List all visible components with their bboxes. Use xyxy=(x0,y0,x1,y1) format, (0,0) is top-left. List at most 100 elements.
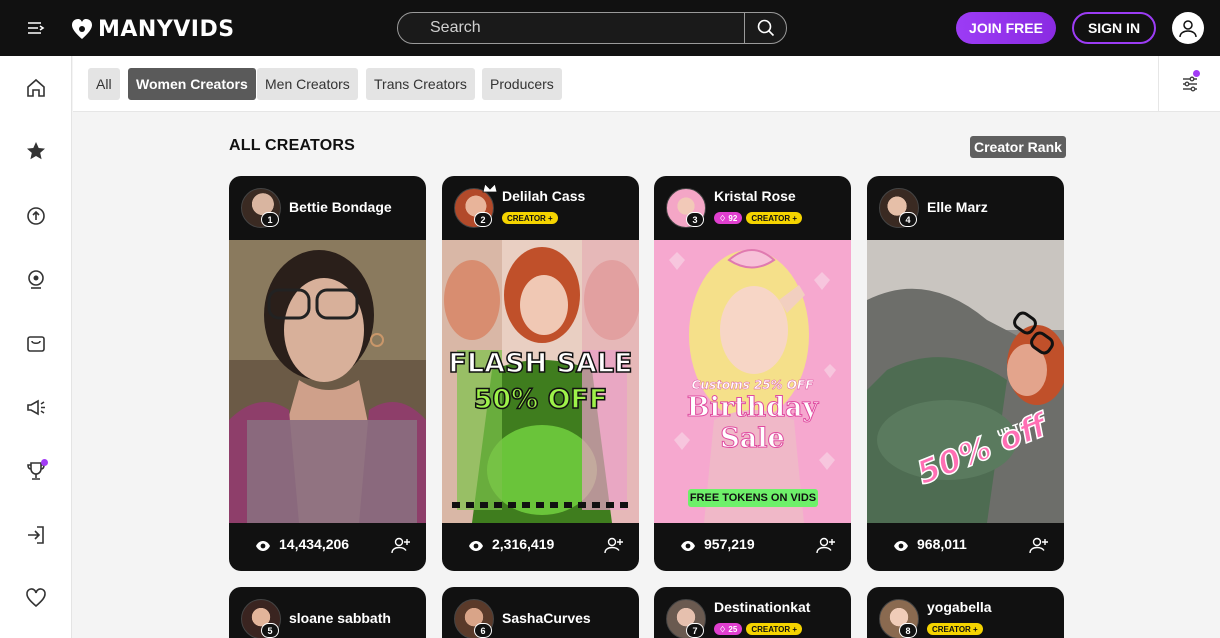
creator-plus-badge: CREATOR + xyxy=(502,212,558,224)
creator-plus-badge: CREATOR + xyxy=(746,623,803,635)
creator-card[interactable]: 5 sloane sabbath xyxy=(229,587,426,638)
user-avatar-button[interactable] xyxy=(1172,12,1204,44)
rank-badge: 5 xyxy=(261,623,279,638)
view-count: 957,219 xyxy=(704,536,755,552)
search-icon xyxy=(757,19,774,37)
diamond-icon: ♢ xyxy=(719,213,729,223)
card-footer: 968,011 xyxy=(867,523,1064,571)
chip-all[interactable]: All xyxy=(88,68,120,100)
star-icon[interactable] xyxy=(24,139,48,163)
webcam-icon[interactable] xyxy=(24,267,48,291)
creator-card[interactable]: 4 Elle Marz UP TO 50% off 968,011 xyxy=(867,176,1064,571)
manyvids-logo[interactable]: MANYVIDS xyxy=(72,15,235,43)
follow-user-icon[interactable] xyxy=(604,536,624,556)
rank-badge: 2 xyxy=(474,212,492,227)
menu-toggle-icon[interactable] xyxy=(26,18,46,38)
rank-badge: 4 xyxy=(899,212,917,227)
crown-icon xyxy=(482,183,498,193)
promo-banner: FREE TOKENS ON VIDS xyxy=(688,489,818,507)
follow-user-icon[interactable] xyxy=(391,536,411,556)
creator-preview-image: FLASH SALE 50% OFF xyxy=(442,240,639,523)
promo-subline: Customs 25% OFF xyxy=(691,378,814,392)
sign-in-button[interactable]: SIGN IN xyxy=(1072,12,1156,44)
chip-producers[interactable]: Producers xyxy=(482,68,562,100)
chip-trans-creators[interactable]: Trans Creators xyxy=(366,68,475,100)
card-header: 7 Destinationkat ♢ 25 CREATOR + xyxy=(654,587,851,638)
follow-user-icon[interactable] xyxy=(1029,536,1049,556)
section-title: ALL CREATORS xyxy=(229,137,355,154)
creator-name: yogabella xyxy=(927,599,992,615)
rank-badge: 3 xyxy=(686,212,704,227)
promo-headline: FLASH SALE xyxy=(448,347,633,380)
card-header: 2 Delilah Cass CREATOR + xyxy=(442,176,639,240)
creator-card[interactable]: 3 Kristal Rose ♢ 92 CREATOR + Customs 25… xyxy=(654,176,851,571)
creator-card[interactable]: 2 Delilah Cass CREATOR + FLASH SALE 50% … xyxy=(442,176,639,571)
card-header: 8 yogabella CREATOR + xyxy=(867,587,1064,638)
logo-text: MANYVIDS xyxy=(98,16,235,42)
search-button[interactable] xyxy=(744,13,786,43)
creator-rank-sort-button[interactable]: Creator Rank xyxy=(970,136,1066,158)
card-header: 3 Kristal Rose ♢ 92 CREATOR + xyxy=(654,176,851,240)
creator-name: Destinationkat xyxy=(714,599,811,615)
notification-dot xyxy=(41,459,48,466)
tip-badge: ♢ 92 xyxy=(714,212,743,224)
creator-card[interactable]: 8 yogabella CREATOR + xyxy=(867,587,1064,638)
rank-badge: 8 xyxy=(899,623,917,638)
creator-name: Delilah Cass xyxy=(502,188,586,204)
eye-icon xyxy=(681,541,695,551)
rank-badge: 1 xyxy=(261,212,279,227)
heart-icon[interactable] xyxy=(24,586,48,610)
trophy-icon[interactable] xyxy=(24,459,48,483)
promo-discount: 50% OFF xyxy=(473,383,608,416)
creator-plus-badge: CREATOR + xyxy=(746,212,803,224)
creator-card[interactable]: 1 Bettie Bondage 14,434,206 xyxy=(229,176,426,571)
search-bar xyxy=(397,12,787,44)
eye-icon xyxy=(894,541,908,551)
creator-card[interactable]: 6 SashaCurves xyxy=(442,587,639,638)
creator-name: Elle Marz xyxy=(927,199,988,215)
view-count: 2,316,419 xyxy=(492,536,555,552)
filter-notification-dot xyxy=(1193,70,1200,77)
tip-count: 92 xyxy=(728,213,738,223)
badge-row: CREATOR + xyxy=(502,212,558,224)
creator-preview-image: UP TO 50% off xyxy=(867,240,1064,523)
creator-preview-image xyxy=(229,240,426,523)
creator-preview-image: Customs 25% OFF Birthday Sale FREE TOKEN… xyxy=(654,240,851,523)
filter-settings-button[interactable] xyxy=(1158,56,1220,112)
creator-name: Bettie Bondage xyxy=(289,199,392,215)
login-icon[interactable] xyxy=(24,523,48,547)
store-bag-icon[interactable] xyxy=(24,331,48,355)
sliders-icon xyxy=(1182,76,1197,92)
creator-card[interactable]: 7 Destinationkat ♢ 25 CREATOR + xyxy=(654,587,851,638)
diamond-icon: ♢ xyxy=(719,624,729,634)
home-icon[interactable] xyxy=(24,76,48,100)
eye-icon xyxy=(256,541,270,551)
card-footer: 14,434,206 xyxy=(229,523,426,571)
creator-name: Kristal Rose xyxy=(714,188,796,204)
card-footer: 957,219 xyxy=(654,523,851,571)
rank-badge: 7 xyxy=(686,623,704,638)
filter-bar: All Women Creators Men Creators Trans Cr… xyxy=(73,56,1220,112)
tips-icon[interactable] xyxy=(24,203,48,227)
rank-badge: 6 xyxy=(474,623,492,638)
tip-badge: ♢ 25 xyxy=(714,623,743,635)
sidebar xyxy=(0,56,72,638)
view-count: 968,011 xyxy=(917,536,967,552)
search-input[interactable] xyxy=(398,13,744,43)
promo-headline: Birthday Sale xyxy=(686,392,819,455)
join-free-button[interactable]: JOIN FREE xyxy=(956,12,1056,44)
user-icon xyxy=(1179,20,1197,38)
chip-women-creators[interactable]: Women Creators xyxy=(128,68,256,100)
creator-name: SashaCurves xyxy=(502,610,591,626)
follow-user-icon[interactable] xyxy=(816,536,836,556)
creator-name: sloane sabbath xyxy=(289,610,391,626)
heart-logo-icon xyxy=(72,19,92,39)
badge-row: CREATOR + xyxy=(927,623,983,635)
badge-row: ♢ 25 CREATOR + xyxy=(714,623,803,635)
view-count: 14,434,206 xyxy=(279,536,350,552)
card-header: 5 sloane sabbath xyxy=(229,587,426,638)
badge-row: ♢ 92 CREATOR + xyxy=(714,212,803,224)
card-header: 1 Bettie Bondage xyxy=(229,176,426,240)
chip-men-creators[interactable]: Men Creators xyxy=(257,68,358,100)
megaphone-icon[interactable] xyxy=(24,395,48,419)
